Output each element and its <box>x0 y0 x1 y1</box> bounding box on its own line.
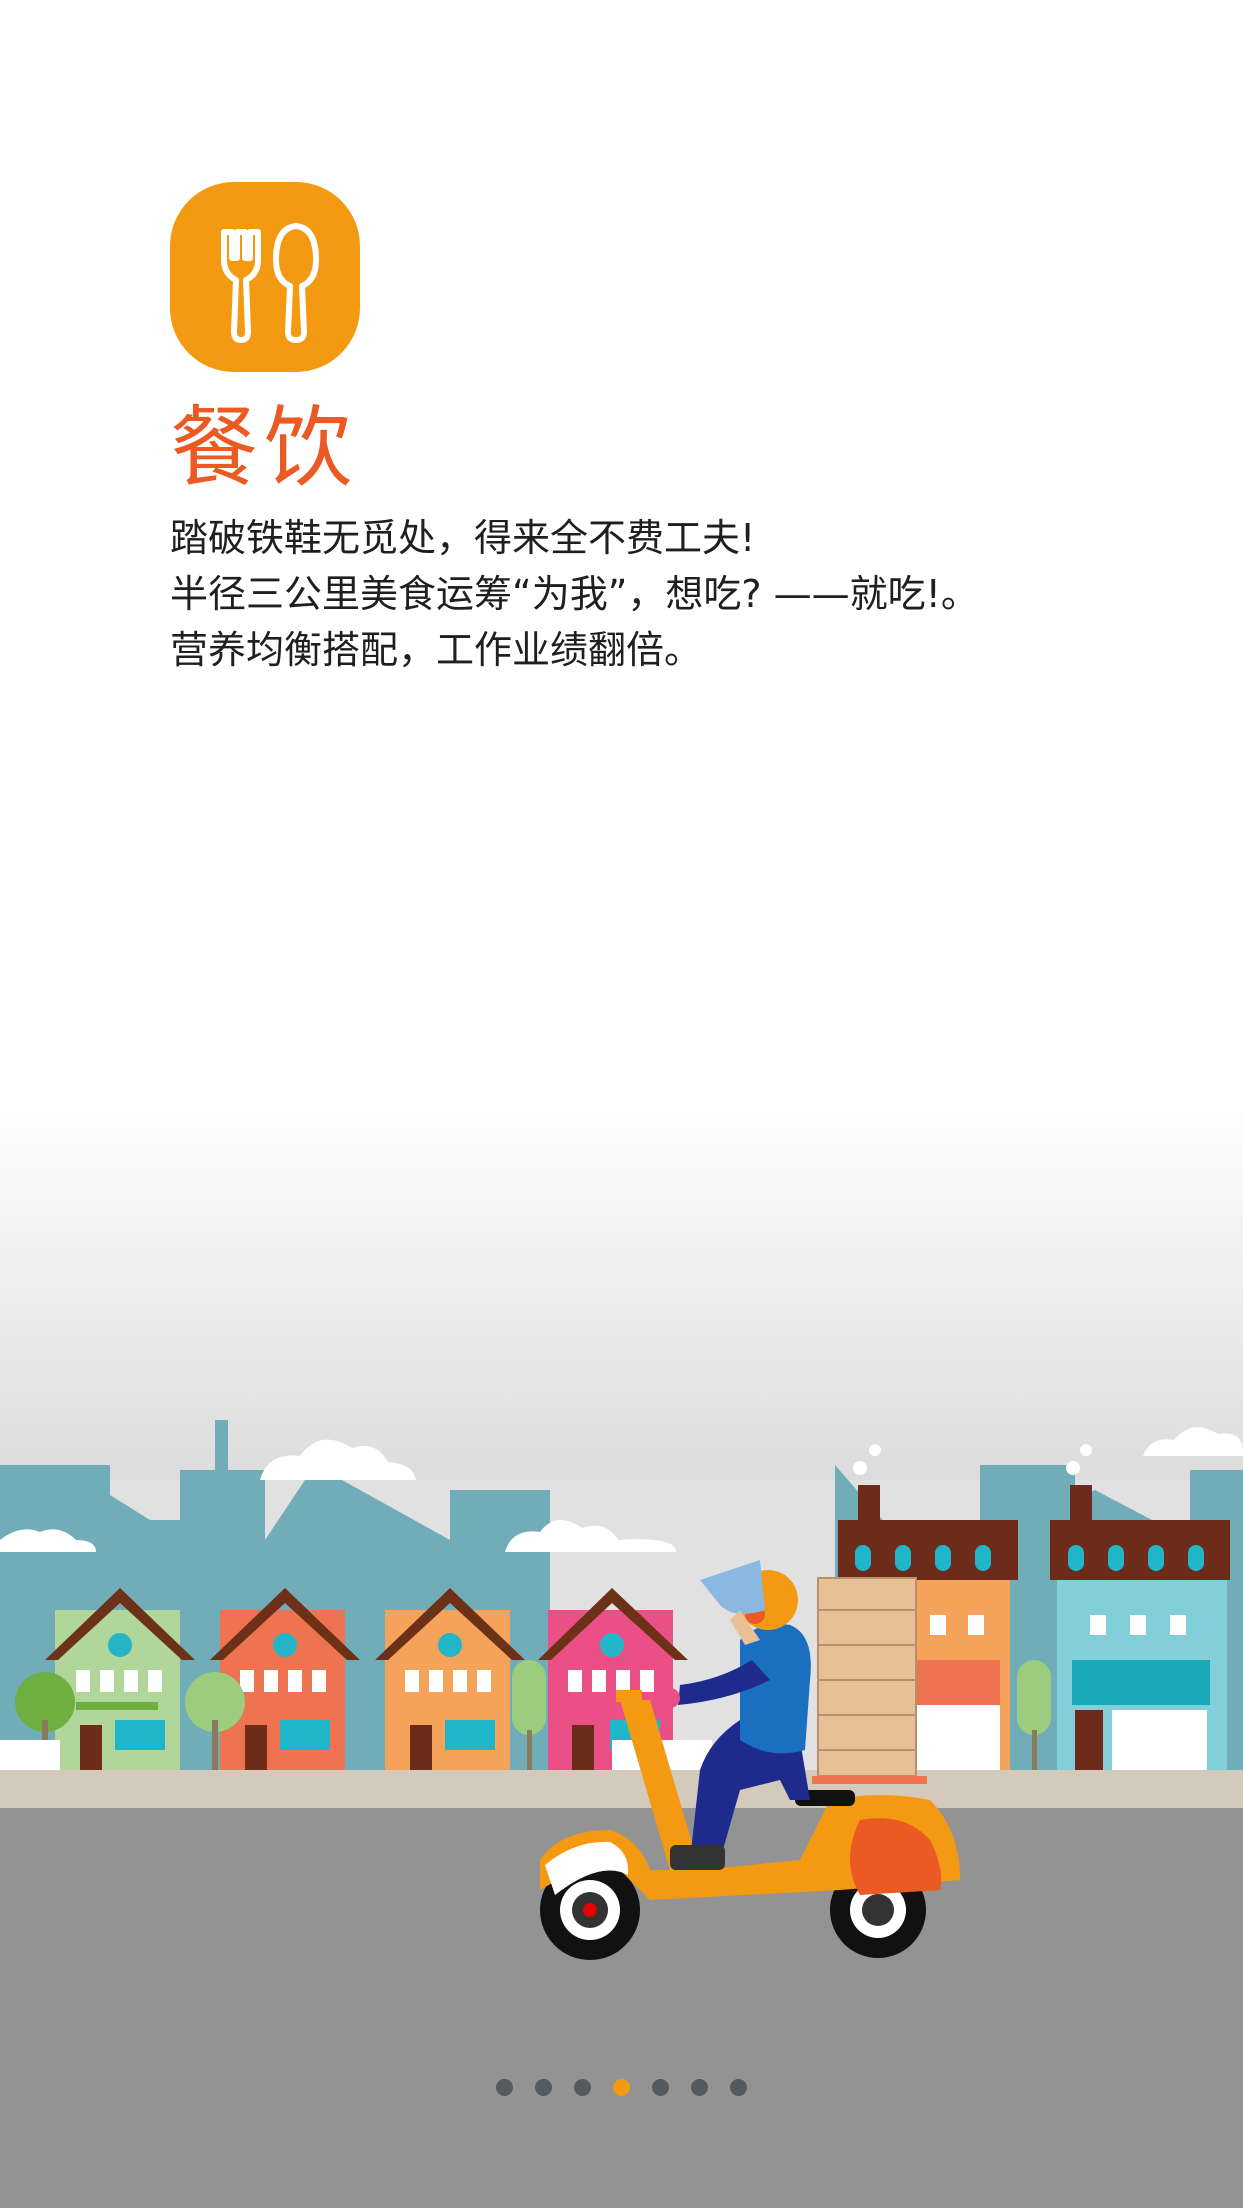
shop-teal <box>1050 1485 1230 1785</box>
description-line: 踏破铁鞋无觅处，得来全不费工夫! <box>170 516 756 560</box>
page-dot[interactable] <box>535 2078 552 2096</box>
page-dot-active[interactable] <box>613 2078 630 2096</box>
page-dot[interactable] <box>730 2078 747 2096</box>
fork-spoon-icon <box>170 182 360 372</box>
fork-spoon-glyph <box>221 223 319 343</box>
page-title: 餐饮 <box>170 396 359 499</box>
description-line: 半径三公里美食运筹“为我”，想吃? ——就吃!。 <box>170 572 979 616</box>
description: 踏破铁鞋无觅处，得来全不费工夫! 半径三公里美食运筹“为我”，想吃? ——就吃!… <box>170 510 1170 678</box>
page-dot[interactable] <box>652 2078 669 2096</box>
page-dot[interactable] <box>574 2078 591 2096</box>
house-orange <box>375 1588 525 1785</box>
description-line: 营养均衡搭配，工作业绩翻倍。 <box>170 628 703 672</box>
page-indicator <box>0 2075 1243 2099</box>
page-dot[interactable] <box>691 2078 708 2096</box>
delivery-illustration <box>0 1100 1243 2208</box>
page-dot[interactable] <box>496 2078 513 2096</box>
